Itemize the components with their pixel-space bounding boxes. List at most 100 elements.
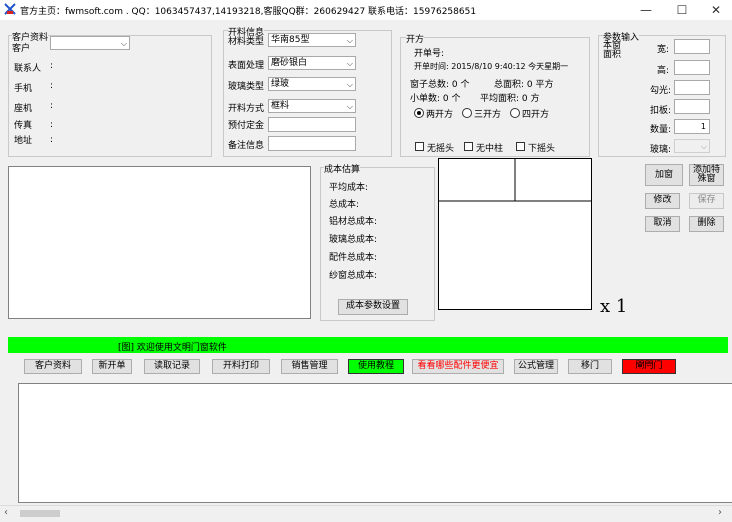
scroll-left-icon[interactable]: ‹ [4,507,8,518]
glass-type-label: 玻璃类型 [228,82,265,92]
save-button[interactable]: 保存 [689,193,724,209]
scroll-right-icon[interactable]: › [718,507,722,518]
glass-type-value: 绿玻 [271,79,290,89]
add-special-window-button[interactable]: 添加特殊窗 [689,164,724,186]
mobile-colon: : [50,81,54,91]
app-logo-icon [4,3,16,15]
radio-two-open[interactable] [414,108,424,118]
read-record-button[interactable]: 读取记录 [144,359,200,374]
width-input[interactable] [674,39,710,54]
total-cost-label: 总成本: [329,200,360,210]
radio-four-open-label: 四开方 [522,110,550,120]
glass-param-select[interactable]: ⌵ [674,139,710,153]
fax-label: 传真 [14,121,33,131]
scroll-thumb[interactable] [20,510,60,517]
chevron-down-icon: ⌵ [700,142,707,151]
delete-button[interactable]: 删除 [689,216,724,232]
glass-cost-label: 玻璃总成本: [329,235,378,245]
method-label: 开料方式 [228,104,265,114]
sliding-door-button[interactable]: 移门 [568,359,612,374]
window-area-label: 本窗面积 [603,41,622,60]
hook-input[interactable] [674,80,710,95]
small-count: 小单数: 0 个 [410,94,461,104]
chevron-down-icon: ⌵ [346,36,353,45]
close-icon[interactable]: ✕ [698,0,732,20]
add-window-button[interactable]: 加窗 [645,164,683,186]
al-cost-label: 铝材总成本: [329,217,378,227]
glass-param-label: 玻璃: [650,145,672,155]
radio-four-open[interactable] [510,108,520,118]
phone-colon: : [50,101,54,111]
surface-select[interactable]: 磨砂银白 ⌵ [268,56,356,70]
cut-print-button[interactable]: 开料打印 [212,359,270,374]
chevron-down-icon: ⌵ [346,59,353,68]
mobile-label: 手机 [14,84,33,94]
minimize-icon[interactable]: — [628,0,664,20]
new-order-button[interactable]: 新开单 [92,359,132,374]
customer-select[interactable]: ⌵ [50,36,130,50]
method-select[interactable]: 框料 ⌵ [268,99,356,113]
address-label: 地址 [14,136,33,146]
height-input[interactable] [674,60,710,75]
check-no-column[interactable] [464,142,473,151]
width-label: 宽: [657,45,670,55]
check-no-column-label: 无中柱 [476,144,504,154]
order-time: 开单时间: 2015/8/10 9:40:12 今天星期一 [414,62,569,71]
chevron-down-icon: ⌵ [346,102,353,111]
screen-cost-label: 纱窗总成本: [329,271,378,281]
cost-settings-button[interactable]: 成本参数设置 [338,299,408,315]
glass-type-select[interactable]: 绿玻 ⌵ [268,77,356,91]
window-title: 官方主页：fwmsoft.com . QQ：1063457437,1419321… [20,7,477,17]
horizontal-scrollbar[interactable]: ‹ › [0,505,732,522]
surface-label: 表面处理 [228,61,265,71]
gate-door-button[interactable]: 閘閂门 [622,359,676,374]
total-area: 总面积: 0 平方 [494,80,554,90]
window-total: 窗子总数: 0 个 [410,80,470,90]
title-bar: 官方主页：fwmsoft.com . QQ：1063457437,1419321… [0,0,732,20]
deposit-input[interactable] [268,117,356,132]
hook-label: 勾光: [650,86,672,96]
deposit-label: 预付定金 [228,121,265,131]
board-label: 扣板: [650,106,672,116]
fax-colon: : [50,120,54,130]
contact-label: 联系人 [14,64,42,74]
sales-manage-button[interactable]: 销售管理 [281,359,338,374]
note-label: 备注信息 [228,141,265,151]
board-input[interactable] [674,99,710,114]
detail-panel[interactable] [18,383,732,503]
customer-info-button[interactable]: 客户资料 [24,359,82,374]
note-input[interactable] [268,136,356,151]
open-group-label: 开方 [406,32,425,45]
preview-scale: x 1 [600,296,628,317]
radio-three-open[interactable] [462,108,472,118]
window-preview-drawing [439,159,591,202]
parts-cost-label: 配件总成本: [329,253,378,263]
modify-button[interactable]: 修改 [645,193,680,209]
check-lower-shake-label: 下摇头 [528,144,556,154]
customer-label: 客户 [12,44,31,54]
qty-label: 数量: [650,125,672,135]
cost-group-label: 成本估算 [324,162,361,175]
check-no-shake[interactable] [415,142,424,151]
surface-value: 磨砂银白 [271,58,308,68]
cheaper-parts-button[interactable]: 看看哪些配件更便宜 [412,359,504,374]
check-lower-shake[interactable] [516,142,525,151]
avg-cost-label: 平均成本: [329,183,369,193]
window-preview [438,158,592,310]
chevron-down-icon: ⌵ [346,80,353,89]
height-label: 高: [657,66,670,76]
contact-colon: : [50,61,54,71]
qty-input[interactable]: 1 [674,119,710,134]
order-list-panel[interactable] [8,166,311,319]
address-colon: : [50,135,54,145]
formula-manage-button[interactable]: 公式管理 [514,359,558,374]
radio-three-open-label: 三开方 [474,110,502,120]
cancel-button[interactable]: 取消 [645,216,680,232]
maximize-icon[interactable]: ☐ [664,0,700,20]
radio-two-open-label: 两开方 [426,110,454,120]
material-type-label: 材料类型 [228,37,265,47]
avg-area: 平均面积: 0 方 [480,94,540,104]
tutorial-button[interactable]: 使用教程 [348,359,404,374]
status-text: [图] 欢迎使用文明门窗软件 [118,343,227,353]
material-type-select[interactable]: 华南85型 ⌵ [268,33,356,47]
